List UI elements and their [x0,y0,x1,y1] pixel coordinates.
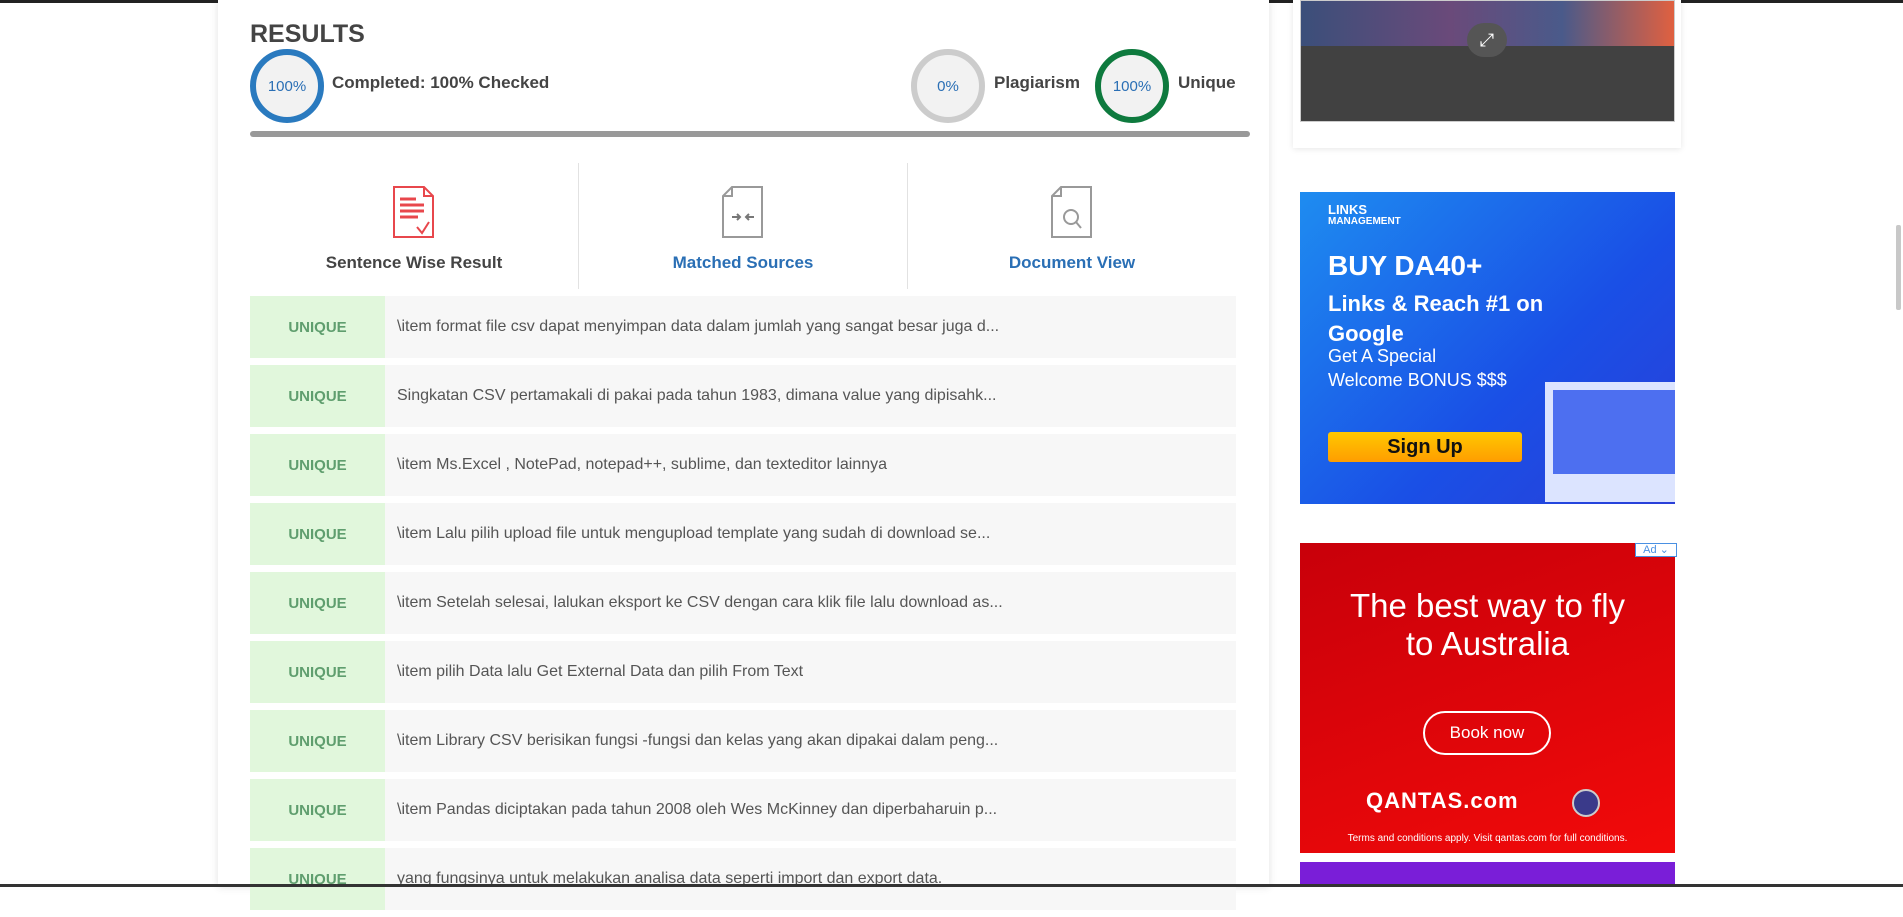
tab-label: Sentence Wise Result [325,253,503,272]
ad-choices-tag[interactable]: Ad ⌄ [1635,543,1677,557]
video-ad[interactable]: ⤢ [1300,0,1675,122]
document-check-icon [393,186,434,238]
scrollbar-thumb[interactable] [1896,225,1901,310]
completed-circle: 100% [250,49,324,123]
sentence-text: \item Library CSV berisikan fungsi -fung… [397,732,999,749]
sign-up-button[interactable]: Sign Up [1328,432,1522,462]
status-badge: UNIQUE [250,503,385,565]
sentence-text: Singkatan CSV pertamakali di pakai pada … [397,387,997,404]
ad-terms: Terms and conditions apply. Visit qantas… [1347,833,1628,844]
ad-subheadline: Links & Reach #1 on Google [1328,291,1544,346]
ad-offer: Get A Special Welcome BONUS $$$ [1328,344,1507,392]
list-item[interactable]: UNIQUE \item Setelah selesai, lalukan eks… [250,572,1236,634]
status-badge: UNIQUE [250,434,385,496]
plagiarism-circle: 0% [911,49,985,123]
offer-line: Get A Special [1328,346,1437,366]
result-tabs: Sentence Wise Result Matched Sources Doc… [250,163,1236,289]
status-badge: UNIQUE [250,779,385,841]
chart-illustration [1545,382,1675,502]
qantas-logo: QANTAS.com [1366,788,1519,813]
sentence-list: UNIQUE \item format file csv dapat menyim… [250,296,1236,917]
list-item[interactable]: UNIQUE \item Lalu pilih upload file untuk… [250,503,1236,565]
tab-sentence-wise-result[interactable]: Sentence Wise Result [250,163,579,289]
status-badge: UNIQUE [250,572,385,634]
sentence-text: \item Ms.Excel , NotePad, notepad++, sub… [397,456,888,473]
unique-label: Unique [1178,73,1236,92]
ad-headline: The best way to fly to Australia [1300,587,1675,663]
document-search-icon [1051,186,1092,238]
headline-line: to Australia [1405,625,1570,662]
document-compare-icon [722,186,763,238]
list-item[interactable]: UNIQUE \item Library CSV berisikan fungsi… [250,710,1236,772]
list-item[interactable]: UNIQUE Singkatan CSV pertamakali di pakai… [250,365,1236,427]
plagiarism-label: Plagiarism [994,73,1080,92]
sentence-text: \item Lalu pilih upload file untuk mengu… [397,525,991,542]
status-badge: UNIQUE [250,848,385,910]
book-now-button[interactable]: Book now [1423,711,1551,755]
list-item[interactable]: UNIQUE \item format file csv dapat menyim… [250,296,1236,358]
sentence-text: \item pilih Data lalu Get External Data … [397,663,804,680]
completed-label: Completed: 100% Checked [332,73,550,92]
oneworld-logo-icon [1572,789,1600,817]
fullscreen-icon[interactable]: ⤢ [1467,23,1507,57]
tab-label: Document View [1008,253,1136,272]
status-badge: UNIQUE [250,710,385,772]
list-item[interactable]: UNIQUE \item Pandas diciptakan pada tahun… [250,779,1236,841]
unique-percent: 100% [1112,77,1152,95]
qantas-ad[interactable]: Ad ⌄ The best way to fly to Australia Boo… [1300,543,1677,853]
status-badge: UNIQUE [250,641,385,703]
list-item[interactable]: UNIQUE yang fungsinya untuk melakukan ana… [250,848,1236,910]
plagiarism-percent: 0% [937,77,959,95]
sentence-text: \item Setelah selesai, lalukan eksport k… [397,594,1003,611]
links-management-ad[interactable]: LINKS MANAGEMENT BUY DA40+ Links & Reach … [1300,192,1675,504]
tab-label: Matched Sources [672,253,814,272]
status-badge: UNIQUE [250,365,385,427]
completed-percent: 100% [267,77,307,95]
unique-circle: 100% [1095,49,1169,123]
status-badge: UNIQUE [250,296,385,358]
results-title: RESULTS [250,20,365,48]
headline-line: The best way to fly [1349,587,1626,624]
sentence-text: \item Pandas diciptakan pada tahun 2008 … [397,801,998,818]
offer-line: Welcome BONUS $$$ [1328,370,1507,390]
sentence-text: yang fungsinya untuk melakukan analisa d… [397,870,943,887]
tab-document-view[interactable]: Document View [908,163,1236,289]
ad-brand: LINKS MANAGEMENT [1328,202,1401,228]
list-item[interactable]: UNIQUE \item Ms.Excel , NotePad, notepad+… [250,434,1236,496]
ad-headline: BUY DA40+ [1328,250,1483,281]
list-item[interactable]: UNIQUE \item pilih Data lalu Get External… [250,641,1236,703]
tab-matched-sources[interactable]: Matched Sources [579,163,908,289]
progress-bar [250,131,1250,137]
sentence-text: \item format file csv dapat menyimpan da… [397,318,1000,335]
brand-line: MANAGEMENT [1328,216,1401,227]
brand-line: LINKS [1328,202,1367,217]
